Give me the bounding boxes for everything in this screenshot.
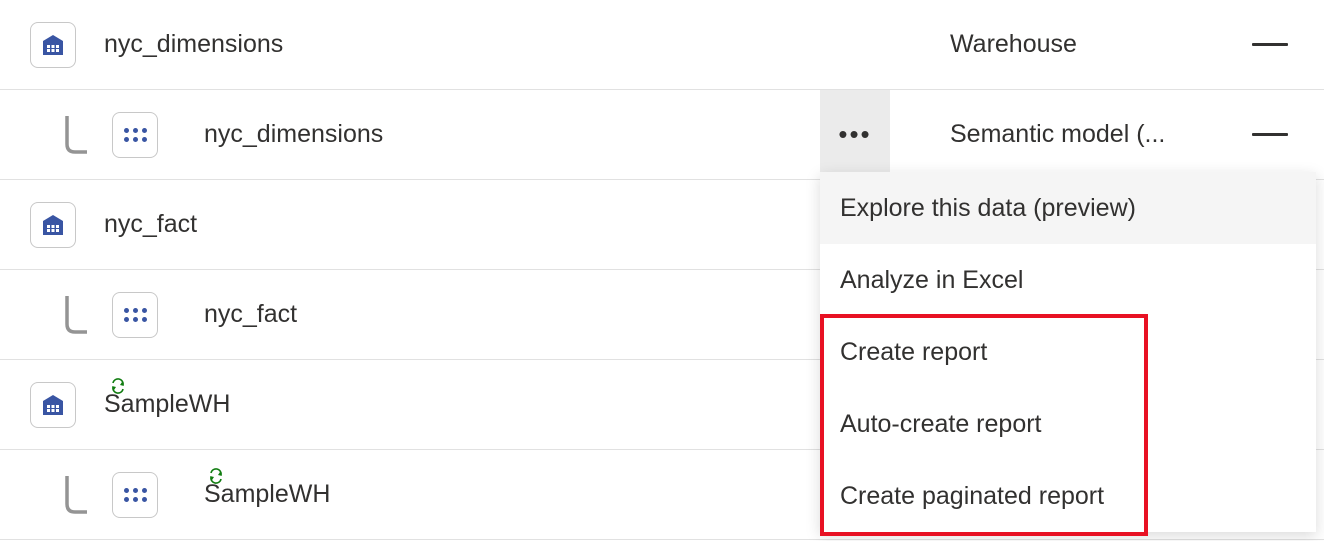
warehouse-icon	[30, 22, 76, 68]
row-meta: Warehouse	[950, 30, 1288, 59]
warehouse-icon	[30, 382, 76, 428]
tree-connector-icon	[60, 113, 92, 157]
menu-item-explore[interactable]: Explore this data (preview)	[820, 172, 1316, 244]
menu-item-analyze[interactable]: Analyze in Excel	[820, 244, 1316, 316]
menu-item-create-report[interactable]: Create report	[820, 316, 1316, 388]
dash-icon	[1252, 43, 1288, 46]
warehouse-icon	[30, 202, 76, 248]
tree-connector-icon	[60, 473, 92, 517]
type-label: Warehouse	[950, 30, 1210, 59]
list-item[interactable]: nyc_dimensions ••• Semantic model (...	[0, 90, 1324, 180]
dash-icon	[1252, 133, 1288, 136]
context-menu: Explore this data (preview) Analyze in E…	[820, 172, 1316, 532]
refresh-icon	[208, 468, 224, 484]
semantic-model-icon	[112, 112, 158, 158]
list-item[interactable]: nyc_dimensions Warehouse	[0, 0, 1324, 90]
semantic-model-icon	[112, 292, 158, 338]
more-options-button[interactable]: •••	[820, 90, 890, 180]
row-meta: Semantic model (...	[950, 120, 1288, 149]
menu-item-auto-create[interactable]: Auto-create report	[820, 388, 1316, 460]
tree-connector-icon	[60, 293, 92, 337]
semantic-model-icon	[112, 472, 158, 518]
menu-item-paginated[interactable]: Create paginated report	[820, 460, 1316, 532]
type-label: Semantic model (...	[950, 120, 1210, 149]
refresh-icon	[110, 378, 126, 394]
